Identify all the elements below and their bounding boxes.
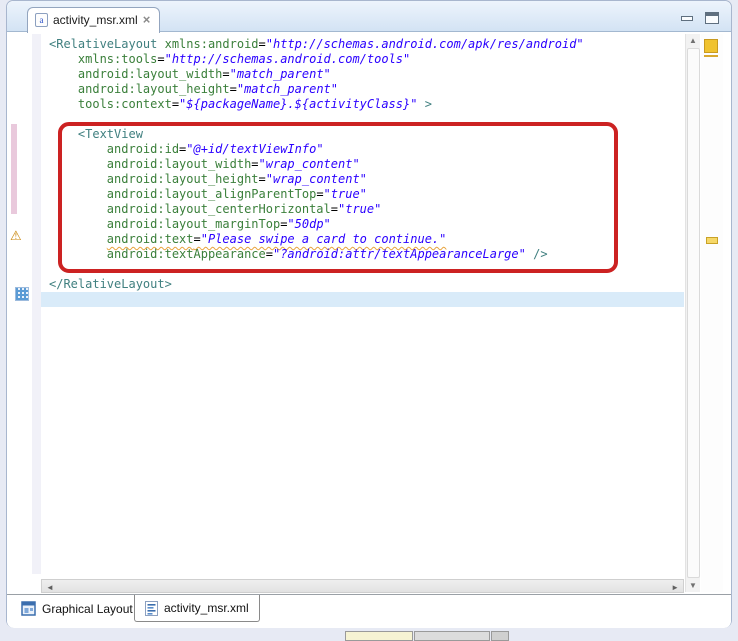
range-indicator-column xyxy=(32,34,41,574)
tab-graphical-layout[interactable]: Graphical Layout xyxy=(11,595,143,622)
maximize-icon[interactable] xyxy=(705,12,719,24)
vertical-scrollbar[interactable]: ▲ ▼ xyxy=(685,34,700,592)
scroll-down-icon[interactable]: ▼ xyxy=(686,581,700,590)
statusbar-fragment xyxy=(414,631,490,641)
code-line[interactable]: </RelativeLayout> xyxy=(49,277,684,292)
code-line[interactable]: android:layout_centerHorizontal="true" xyxy=(49,202,684,217)
code-line[interactable]: android:layout_alignParentTop="true" xyxy=(49,187,684,202)
code-line[interactable]: android:id="@+id/textViewInfo" xyxy=(49,142,684,157)
scroll-up-icon[interactable]: ▲ xyxy=(686,36,700,45)
selected-annotation-marker xyxy=(15,287,29,301)
warning-icon[interactable]: ⚠ xyxy=(10,228,26,244)
code-line[interactable] xyxy=(49,262,684,277)
minimize-icon[interactable] xyxy=(681,16,693,21)
code-line[interactable]: android:textAppearance="?android:attr/te… xyxy=(49,247,684,262)
tab-title: activity_msr.xml xyxy=(53,13,138,27)
overview-ruler xyxy=(701,34,723,592)
xml-source-icon xyxy=(145,601,158,616)
xml-file-icon: a xyxy=(35,13,48,27)
left-ruler: ⚠ xyxy=(7,32,41,578)
code-line[interactable]: android:layout_marginTop="50dp" xyxy=(49,217,684,232)
tab-activity-msr-xml-source[interactable]: activity_msr.xml xyxy=(134,595,260,622)
code-line[interactable] xyxy=(49,112,684,127)
scroll-right-icon[interactable]: ► xyxy=(671,583,679,592)
code-line[interactable]: xmlns:tools="http://schemas.android.com/… xyxy=(49,52,684,67)
tab-activity-msr-xml[interactable]: a activity_msr.xml × xyxy=(27,7,160,33)
code-line[interactable]: <TextView xyxy=(49,127,684,142)
statusbar-fragment xyxy=(491,631,509,641)
code-line[interactable]: <RelativeLayout xmlns:android="http://sc… xyxy=(49,37,684,52)
code-line[interactable]: tools:context="${packageName}.${activity… xyxy=(49,97,684,112)
horizontal-scrollbar[interactable]: ◄ ► xyxy=(41,579,684,593)
code-line[interactable]: android:layout_height="wrap_content" xyxy=(49,172,684,187)
editor-frame: a activity_msr.xml × ⚠ <RelativeLayout x… xyxy=(6,0,732,628)
changed-lines-bar xyxy=(11,124,17,214)
code-line[interactable]: android:layout_width="match_parent" xyxy=(49,67,684,82)
code-line[interactable]: android:text="Please swipe a card to con… xyxy=(49,232,684,247)
code-line[interactable]: android:layout_height="match_parent" xyxy=(49,82,684,97)
code-line-cursor[interactable] xyxy=(41,292,684,307)
statusbar-fragment xyxy=(345,631,413,641)
editor-tab-bar: a activity_msr.xml × xyxy=(7,1,731,32)
view-window-controls xyxy=(681,12,719,24)
vertical-scrollbar-thumb[interactable] xyxy=(687,48,700,578)
code-line[interactable]: android:layout_width="wrap_content" xyxy=(49,157,684,172)
editor-page-tabs: Graphical Layout activity_msr.xml xyxy=(7,594,731,622)
overview-warning-marker[interactable] xyxy=(706,237,718,244)
page-tab-label: Graphical Layout xyxy=(42,602,133,616)
graphical-layout-icon xyxy=(21,601,36,616)
editor-body: ⚠ <RelativeLayout xmlns:android="http://… xyxy=(7,32,731,628)
scroll-left-icon[interactable]: ◄ xyxy=(46,583,54,592)
close-icon[interactable]: × xyxy=(143,14,151,26)
page-tab-label: activity_msr.xml xyxy=(164,601,249,615)
code-lines[interactable]: <RelativeLayout xmlns:android="http://sc… xyxy=(41,37,684,577)
overview-warning-header-icon[interactable] xyxy=(704,39,718,53)
